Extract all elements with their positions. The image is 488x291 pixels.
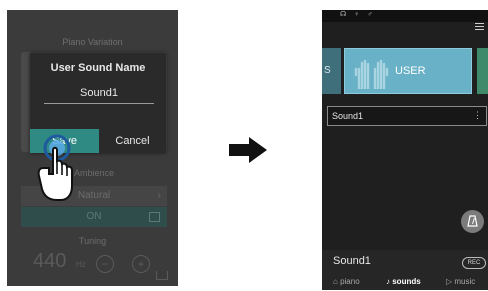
cancel-button[interactable]: Cancel	[99, 129, 166, 153]
tab-sounds[interactable]: ♪ sounds	[386, 277, 421, 286]
chevron-right-icon: ›	[157, 190, 161, 201]
metronome-icon	[467, 215, 478, 227]
settings-icon	[149, 212, 160, 222]
current-sound-name: Sound1	[333, 255, 371, 267]
bottom-tabs: ⌂ piano ♪ sounds ▷ music	[322, 276, 488, 290]
piano-icon: ⌂	[333, 277, 341, 286]
left-phone-screen: Piano Variation Ambience Natural › ON Tu…	[7, 10, 178, 286]
share-icon[interactable]	[156, 271, 168, 280]
dialog-title: User Sound Name	[50, 62, 146, 74]
category-prev-label: S	[324, 65, 331, 76]
category-tile-user[interactable]: USER	[344, 48, 472, 94]
sound-name-input[interactable]: Sound1	[44, 87, 154, 104]
tab-music[interactable]: ▷ music	[446, 277, 475, 286]
tuning-minus-button[interactable]: −	[96, 255, 114, 273]
metronome-button[interactable]	[461, 210, 484, 233]
tab-sounds-label: sounds	[392, 277, 421, 286]
tuning-plus-button[interactable]: +	[132, 255, 150, 273]
category-user-label: USER	[395, 65, 426, 77]
right-phone-screen: ☊ ♀ ♂ S USER Sound1 ⋮ ︿ Sound1 REC ⌂ pia…	[322, 10, 488, 290]
tap-hand-icon	[37, 134, 73, 201]
ambience-toggle-label: ON	[86, 211, 102, 222]
tab-piano[interactable]: ⌂ piano	[333, 277, 360, 286]
bottom-panel: Sound1 REC ⌂ piano ♪ sounds ▷ music	[322, 250, 488, 290]
menu-icon[interactable]	[475, 23, 484, 32]
sound-list-item[interactable]: Sound1 ⋮	[327, 106, 487, 126]
piano-variation-title: Piano Variation	[62, 37, 123, 47]
category-tile-next[interactable]	[477, 48, 488, 94]
tab-music-label: music	[454, 277, 476, 286]
more-options-icon[interactable]: ⋮	[473, 110, 482, 121]
ambience-toggle[interactable]: ON	[21, 207, 167, 227]
tuning-unit: Hz	[76, 260, 86, 269]
status-bar: ☊ ♀ ♂	[322, 10, 488, 22]
tuning-title: Tuning	[78, 236, 107, 246]
category-tile-prev[interactable]: S	[322, 48, 341, 94]
sound-item-label: Sound1	[332, 111, 364, 121]
tab-piano-label: piano	[340, 277, 360, 286]
tuning-value: 440	[33, 250, 67, 272]
hands-icon	[354, 59, 389, 89]
rec-button[interactable]: REC	[462, 257, 486, 269]
transition-arrow-icon	[229, 137, 267, 163]
status-icons: ☊ ♀ ♂	[340, 11, 376, 18]
